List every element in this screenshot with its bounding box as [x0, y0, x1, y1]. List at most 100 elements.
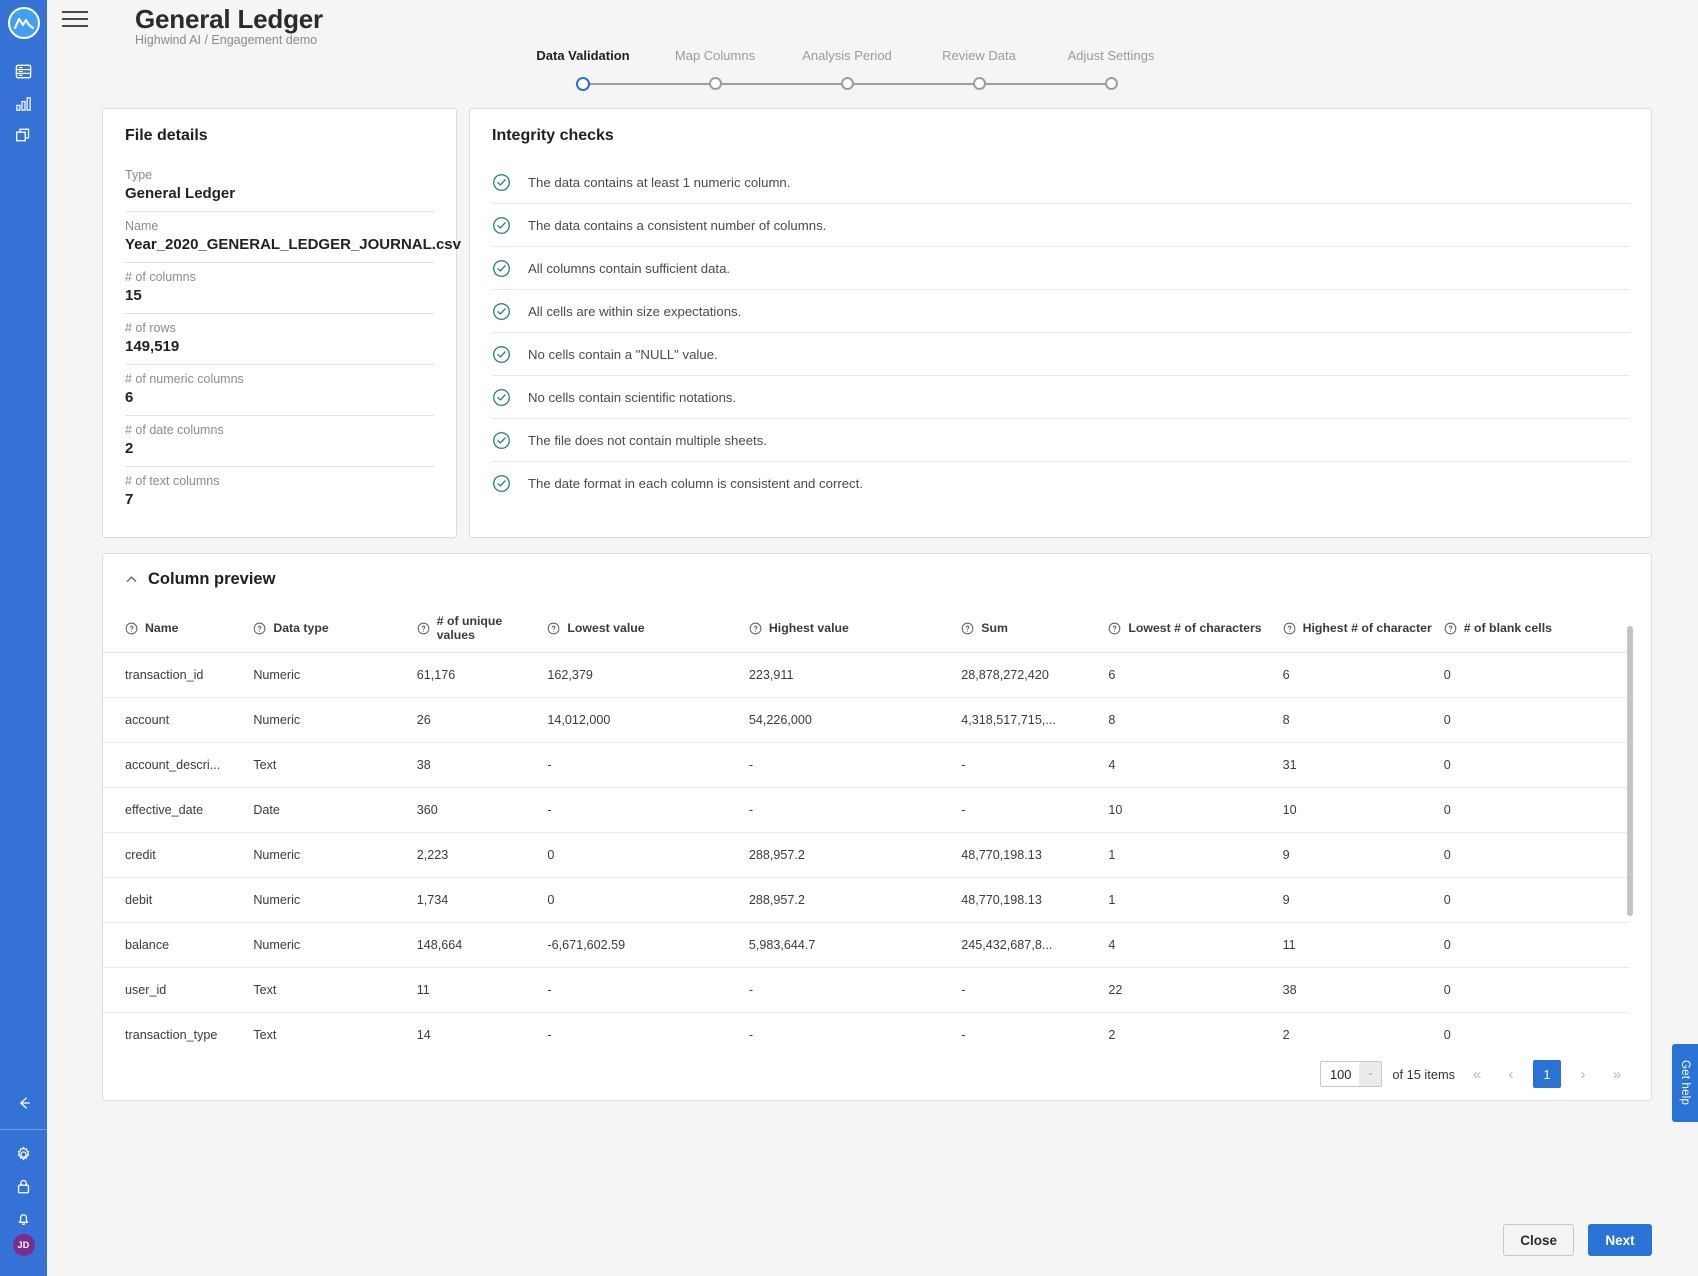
get-help-tab[interactable]: Get help: [1672, 1044, 1698, 1122]
help-circle-icon[interactable]: [749, 622, 762, 635]
help-circle-icon[interactable]: [547, 622, 560, 635]
close-button[interactable]: Close: [1503, 1224, 1574, 1256]
cell-name: credit: [103, 832, 254, 878]
help-circle-icon[interactable]: [253, 622, 266, 635]
cell-name: effective_date: [103, 787, 254, 833]
highwind-logo-icon[interactable]: [7, 7, 40, 39]
cell-highest-characters: 38: [1282, 967, 1444, 1013]
step-analysis-period[interactable]: Analysis Period: [781, 48, 913, 63]
table-row[interactable]: effective_date Date 360 - - - 10 10 0: [103, 787, 1629, 833]
cell-unique-values: 14: [416, 1012, 548, 1046]
column-header-label: Sum: [981, 621, 1008, 635]
cell-name: account: [103, 697, 254, 743]
page-content: File details Type General Ledger Name Ye…: [47, 108, 1698, 1276]
left-sidebar: JD: [0, 0, 47, 1276]
cell-highest-characters: 10: [1282, 787, 1444, 833]
step-data-validation[interactable]: Data Validation: [517, 48, 649, 63]
integrity-check-text: No cells contain scientific notations.: [528, 390, 737, 405]
next-button[interactable]: Next: [1588, 1224, 1652, 1256]
help-circle-icon[interactable]: [1108, 622, 1121, 635]
step-dot-adjust-settings[interactable]: [1104, 77, 1118, 90]
column-header-unique-values[interactable]: # of unique values: [416, 606, 548, 653]
table-row[interactable]: credit Numeric 2,223 0 288,957.2 48,770,…: [103, 832, 1629, 878]
pagination-first-button[interactable]: «: [1465, 1061, 1489, 1087]
help-circle-icon[interactable]: [1283, 622, 1296, 635]
table-row[interactable]: balance Numeric 148,664 -6,671,602.59 5,…: [103, 922, 1629, 968]
cell-lowest-value: -: [547, 742, 749, 788]
table-row[interactable]: transaction_type Text 14 - - - 2 2 0: [103, 1012, 1629, 1046]
column-header-highest-characters[interactable]: Highest # of character: [1282, 606, 1444, 653]
top-panels: File details Type General Ledger Name Ye…: [47, 108, 1698, 538]
hamburger-menu-icon[interactable]: [62, 5, 90, 33]
cell-lowest-value: 0: [547, 877, 749, 923]
table-row[interactable]: account_descri... Text 38 - - - 4 31 0: [103, 742, 1629, 788]
table-row[interactable]: debit Numeric 1,734 0 288,957.2 48,770,1…: [103, 877, 1629, 923]
integrity-check-row: The data contains at least 1 numeric col…: [492, 161, 1629, 204]
help-circle-icon[interactable]: [961, 622, 974, 635]
help-circle-icon[interactable]: [1444, 622, 1457, 635]
column-header-lowest-characters[interactable]: Lowest # of characters: [1108, 606, 1283, 653]
main-area: General Ledger Highwind AI / Engagement …: [47, 0, 1698, 1276]
copy-windows-icon[interactable]: [2, 119, 46, 151]
integrity-check-text: The data contains a consistent number of…: [528, 218, 827, 233]
column-preview-header[interactable]: Column preview: [103, 554, 1651, 601]
chevron-down-icon[interactable]: [1359, 1062, 1382, 1086]
pagination-last-button[interactable]: »: [1605, 1061, 1629, 1087]
sidebar-secondary-nav: JD: [0, 1087, 47, 1276]
cell-unique-values: 1,734: [416, 877, 548, 923]
step-map-columns[interactable]: Map Columns: [649, 48, 781, 63]
pagination-next-button[interactable]: ›: [1571, 1061, 1595, 1087]
lock-icon[interactable]: [2, 1170, 46, 1202]
column-header-blank-cells[interactable]: # of blank cells: [1443, 606, 1629, 653]
table-row[interactable]: account Numeric 26 14,012,000 54,226,000…: [103, 697, 1629, 743]
table-row[interactable]: user_id Text 11 - - - 22 38 0: [103, 967, 1629, 1013]
file-detail-value: 2: [125, 440, 134, 457]
integrity-check-row: The data contains a consistent number of…: [492, 204, 1629, 247]
gear-icon[interactable]: [2, 1138, 46, 1170]
sidebar-primary-nav: [2, 55, 46, 151]
page-size-select[interactable]: 100: [1320, 1061, 1383, 1087]
cell-blank-cells: 0: [1443, 877, 1629, 923]
column-header-name[interactable]: Name: [103, 606, 254, 653]
table-head: Name Data type # of unique values Lowest…: [103, 606, 1629, 653]
avatar[interactable]: JD: [12, 1234, 35, 1256]
integrity-check-row: All cells are within size expectations.: [492, 290, 1629, 333]
cell-highest-characters: 8: [1282, 697, 1444, 743]
bell-icon[interactable]: [2, 1202, 46, 1234]
table-body: transaction_id Numeric 61,176 162,379 22…: [103, 652, 1629, 1046]
file-detail-label: # of numeric columns: [125, 372, 244, 386]
step-adjust-settings[interactable]: Adjust Settings: [1045, 48, 1177, 63]
table-vertical-scrollbar[interactable]: [1627, 626, 1633, 916]
help-circle-icon[interactable]: [125, 622, 138, 635]
integrity-check-text: The date format in each column is consis…: [528, 476, 863, 491]
column-header-highest-value[interactable]: Highest value: [748, 606, 962, 653]
file-detail-label: Name: [125, 219, 159, 233]
step-dot-analysis-period[interactable]: [840, 77, 854, 90]
database-icon[interactable]: [2, 55, 46, 87]
step-dot-data-validation[interactable]: [576, 77, 590, 91]
file-detail-row: # of rows 149,519: [125, 314, 434, 365]
pagination-prev-button[interactable]: ‹: [1499, 1061, 1523, 1087]
file-detail-value: 7: [125, 491, 134, 508]
help-circle-icon[interactable]: [417, 622, 430, 635]
cell-highest-value: 288,957.2: [748, 832, 962, 878]
step-review-data[interactable]: Review Data: [913, 48, 1045, 63]
column-header-lowest-value[interactable]: Lowest value: [547, 606, 749, 653]
cell-lowest-value: 162,379: [547, 652, 749, 698]
cell-data-type: Numeric: [253, 832, 417, 878]
cell-lowest-characters: 1: [1108, 877, 1283, 923]
cell-highest-value: -: [748, 787, 962, 833]
table-row[interactable]: transaction_id Numeric 61,176 162,379 22…: [103, 652, 1629, 698]
cell-unique-values: 38: [416, 742, 548, 788]
step-dot-review-data[interactable]: [972, 77, 986, 90]
file-details-card: File details Type General Ledger Name Ye…: [102, 108, 461, 538]
step-dot-map-columns[interactable]: [708, 77, 722, 90]
cell-highest-value: 54,226,000: [748, 697, 962, 743]
check-circle-icon: [492, 259, 511, 278]
chevron-up-icon[interactable]: [125, 573, 138, 586]
column-header-sum[interactable]: Sum: [961, 606, 1109, 653]
analytics-bar-chart-icon[interactable]: [2, 87, 46, 119]
pagination-page-1-button[interactable]: 1: [1533, 1060, 1561, 1088]
back-arrow-icon[interactable]: [2, 1087, 46, 1119]
column-header-data-type[interactable]: Data type: [253, 606, 417, 653]
